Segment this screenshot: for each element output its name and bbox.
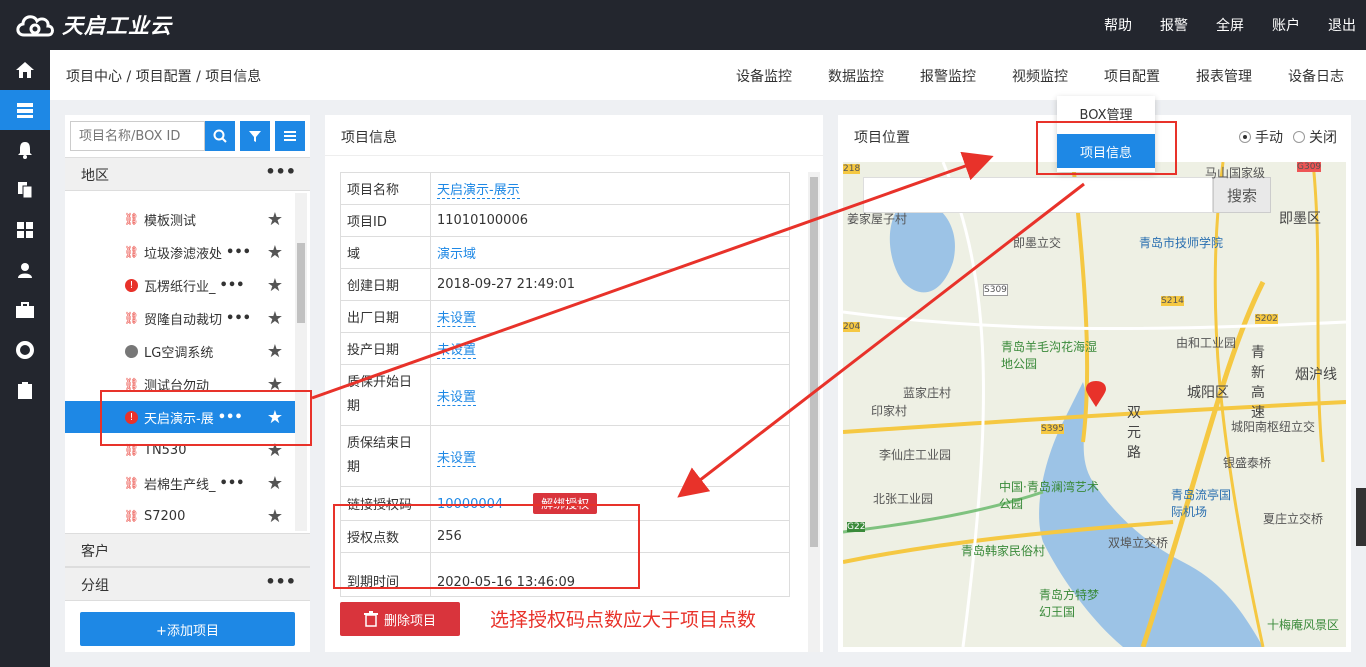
side-widget[interactable] bbox=[1356, 488, 1366, 546]
annotation-arrows bbox=[311, 151, 1085, 498]
annotation-note: 选择授权码点数应大于项目点数 bbox=[490, 609, 757, 631]
